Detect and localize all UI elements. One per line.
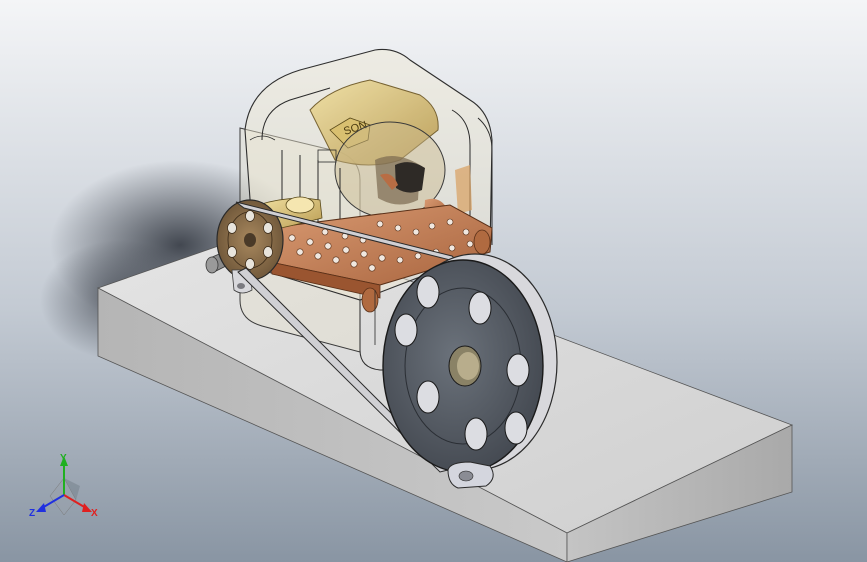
x-axis-label: X xyxy=(91,508,98,519)
3d-model-view[interactable]: SON Y X Z xyxy=(0,0,867,562)
z-axis-label: Z xyxy=(29,508,35,519)
y-axis-label: Y xyxy=(60,453,67,464)
cad-viewport[interactable]: SON Y X Z xyxy=(0,0,867,562)
large-pulley[interactable] xyxy=(382,253,558,473)
